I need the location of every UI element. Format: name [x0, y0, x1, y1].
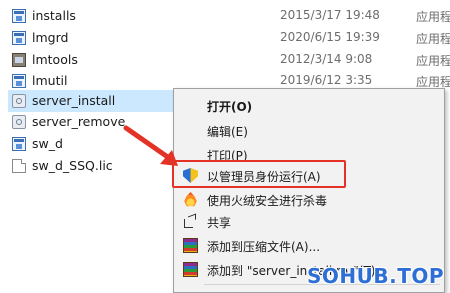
application-icon — [12, 137, 26, 151]
menu-item-share[interactable]: 共享 — [174, 210, 444, 233]
file-date: 2020/6/15 19:39 — [280, 30, 380, 44]
file-row-server-install[interactable]: server_install — [8, 90, 176, 112]
file-name: lmgrd — [32, 30, 69, 45]
document-icon — [12, 159, 26, 173]
file-name: installs — [32, 8, 76, 23]
file-name: lmutil — [32, 73, 68, 88]
file-row-installs[interactable]: installs 2015/3/17 19:48 应用程 — [8, 5, 450, 27]
file-date: 2015/3/17 19:48 — [280, 8, 380, 22]
menu-item-label: 使用火绒安全进行杀毒 — [207, 194, 328, 208]
menu-item-scan-huorong[interactable]: 使用火绒安全进行杀毒 — [174, 188, 444, 211]
application-icon — [12, 74, 26, 88]
batch-file-icon — [12, 94, 26, 108]
winrar-icon — [183, 262, 198, 277]
lmtools-icon — [12, 53, 26, 67]
file-row-lmgrd[interactable]: lmgrd 2020/6/15 19:39 应用程 — [8, 27, 450, 49]
annotation-arrow-icon — [123, 125, 178, 166]
file-name: server_install — [32, 93, 116, 108]
context-menu: 打开(O) 编辑(E) 打印(P) 以管理员身份运行(A) 使用火绒安全进行杀毒… — [173, 88, 445, 293]
file-type: 应用程 — [416, 32, 450, 46]
file-name: sw_d_SSQ.lic — [32, 158, 113, 173]
file-type: 应用程 — [416, 10, 450, 24]
winrar-icon — [183, 238, 198, 253]
batch-file-icon — [12, 115, 26, 129]
file-date: 2012/3/14 9:08 — [280, 52, 373, 66]
file-name: server_remove — [32, 114, 126, 129]
menu-item-label: 编辑(E) — [207, 125, 248, 139]
menu-item-open[interactable]: 打开(O) — [174, 94, 444, 117]
highlight-box — [172, 160, 346, 188]
menu-item-add-to-archive[interactable]: 添加到压缩文件(A)... — [174, 234, 444, 257]
file-row-lmtools[interactable]: lmtools 2012/3/14 9:08 应用程 — [8, 49, 450, 71]
file-name: sw_d — [32, 136, 63, 151]
share-icon — [183, 214, 198, 229]
watermark: SOHUB.TOP — [306, 264, 444, 288]
huorong-flame-icon — [184, 192, 197, 207]
file-date: 2019/6/12 3:35 — [280, 73, 373, 87]
menu-item-label: 共享 — [207, 216, 232, 230]
menu-item-edit[interactable]: 编辑(E) — [174, 119, 444, 142]
application-icon — [12, 9, 26, 23]
menu-item-label: 打开(O) — [207, 100, 253, 114]
file-type: 应用程 — [416, 54, 450, 68]
application-icon — [12, 31, 26, 45]
menu-item-label: 添加到压缩文件(A)... — [207, 240, 321, 254]
file-name: lmtools — [32, 52, 78, 67]
